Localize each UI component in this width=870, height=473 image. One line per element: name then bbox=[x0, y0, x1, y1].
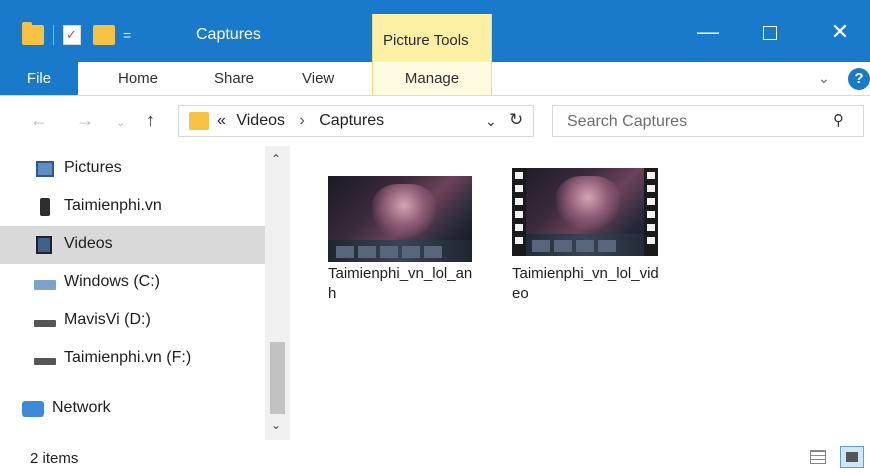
sidebar-item-network[interactable]: Network bbox=[0, 390, 265, 428]
up-button[interactable]: ↑ bbox=[146, 110, 155, 131]
search-input[interactable] bbox=[567, 111, 817, 133]
navigation-bar: ← → ⌄ ↑ « Videos › Captures ⌄ ↻ ⚲ bbox=[0, 96, 870, 146]
videos-icon bbox=[36, 236, 52, 254]
navigation-pane: Pictures Taimienphi.vn Videos Windows (C… bbox=[0, 146, 290, 440]
film-strip-icon bbox=[512, 168, 526, 256]
breadcrumb-captures[interactable]: Captures bbox=[319, 112, 384, 129]
navigation-scrollbar[interactable]: ⌃ ⌄ bbox=[265, 146, 290, 440]
help-icon[interactable]: ? bbox=[848, 68, 870, 90]
tab-view[interactable]: View bbox=[302, 62, 334, 95]
large-icons-view-icon[interactable] bbox=[840, 446, 864, 468]
file-item-video[interactable]: Taimienphi_vn_lol_video bbox=[512, 168, 672, 328]
chevron-right-icon[interactable]: › bbox=[299, 112, 304, 129]
network-icon bbox=[22, 401, 44, 417]
scroll-down-icon[interactable]: ⌄ bbox=[271, 418, 281, 432]
status-bar: 2 items bbox=[0, 440, 870, 473]
breadcrumb-overflow[interactable]: « bbox=[217, 112, 226, 129]
window-title: Captures bbox=[196, 26, 261, 43]
file-name: Taimienphi_vn_lol_anh bbox=[328, 265, 473, 302]
sidebar-item-mavisvi-d[interactable]: MavisVi (D:) bbox=[0, 302, 265, 340]
drive-icon bbox=[34, 358, 56, 365]
address-bar[interactable]: « Videos › Captures ⌄ ↻ bbox=[178, 105, 534, 137]
folder-icon bbox=[189, 112, 209, 130]
title-bar: = Captures Picture Tools — ✕ bbox=[0, 0, 870, 62]
sidebar-item-label: Taimienphi.vn bbox=[64, 197, 162, 214]
sidebar-item-taimienphi[interactable]: Taimienphi.vn bbox=[0, 188, 265, 226]
maximize-icon bbox=[763, 26, 777, 40]
details-view-icon[interactable] bbox=[810, 450, 826, 464]
tab-home[interactable]: Home bbox=[118, 62, 158, 95]
sidebar-item-label: MavisVi (D:) bbox=[64, 311, 151, 328]
search-icon[interactable]: ⚲ bbox=[833, 111, 844, 129]
folder-icon bbox=[22, 22, 44, 45]
sidebar-item-label: Network bbox=[52, 399, 111, 416]
refresh-icon[interactable]: ↻ bbox=[509, 110, 523, 130]
image-thumbnail bbox=[328, 176, 472, 262]
minimize-button[interactable]: — bbox=[688, 18, 728, 48]
file-list: Taimienphi_vn_lol_anh Taimienphi_vn_lol_… bbox=[290, 146, 870, 440]
sidebar-item-pictures[interactable]: Pictures bbox=[0, 150, 265, 188]
thumbnail-tiles bbox=[532, 240, 616, 252]
maximize-button[interactable] bbox=[750, 18, 790, 48]
close-button[interactable]: ✕ bbox=[820, 18, 860, 48]
thumbnail-tiles bbox=[336, 246, 442, 258]
customize-toolbar-dropdown[interactable]: = bbox=[123, 26, 131, 44]
back-button[interactable]: ← bbox=[30, 110, 48, 131]
search-box[interactable]: ⚲ bbox=[552, 105, 864, 137]
item-count: 2 items bbox=[30, 450, 79, 467]
breadcrumb-videos[interactable]: Videos bbox=[236, 112, 285, 129]
phone-icon bbox=[40, 198, 50, 216]
windows-drive-icon bbox=[34, 280, 56, 290]
recent-locations-button[interactable]: ⌄ bbox=[116, 116, 125, 129]
tab-file[interactable]: File bbox=[0, 62, 78, 95]
drive-icon bbox=[34, 320, 56, 327]
picture-tools-label: Picture Tools bbox=[383, 32, 469, 49]
sidebar-item-label: Windows (C:) bbox=[64, 273, 161, 290]
sidebar-item-label: Taimienphi.vn (F:) bbox=[64, 349, 192, 366]
quick-access-toolbar: = bbox=[22, 22, 131, 48]
sidebar-item-label: Videos bbox=[64, 235, 113, 252]
sidebar-item-videos[interactable]: Videos bbox=[0, 226, 265, 264]
picture-tools-group: Picture Tools bbox=[372, 14, 492, 62]
scroll-up-icon[interactable]: ⌃ bbox=[271, 152, 281, 166]
tab-share[interactable]: Share bbox=[214, 62, 254, 95]
video-thumbnail bbox=[512, 168, 658, 256]
expand-ribbon-icon[interactable]: ⌄ bbox=[818, 70, 830, 87]
scroll-thumb[interactable] bbox=[270, 342, 285, 414]
ribbon-tabs: File Home Share View Manage ⌄ ? bbox=[0, 62, 870, 96]
forward-button[interactable]: → bbox=[76, 110, 94, 131]
thumbnail-artwork bbox=[556, 176, 620, 230]
sidebar-item-taimienphi-f[interactable]: Taimienphi.vn (F:) bbox=[0, 340, 265, 378]
properties-icon[interactable] bbox=[63, 25, 81, 45]
sidebar-item-windows-c[interactable]: Windows (C:) bbox=[0, 264, 265, 302]
address-dropdown-icon[interactable]: ⌄ bbox=[485, 113, 497, 130]
file-item-image[interactable]: Taimienphi_vn_lol_anh bbox=[328, 168, 488, 328]
thumbnail-artwork bbox=[372, 184, 436, 238]
new-folder-icon[interactable] bbox=[93, 25, 115, 45]
film-strip-icon bbox=[644, 168, 658, 256]
sidebar-item-label: Pictures bbox=[64, 159, 122, 176]
toolbar-separator bbox=[53, 25, 54, 45]
pictures-icon bbox=[36, 161, 54, 177]
breadcrumb: « Videos › Captures bbox=[217, 112, 384, 130]
file-name: Taimienphi_vn_lol_video bbox=[512, 265, 659, 302]
tab-manage[interactable]: Manage bbox=[372, 62, 492, 95]
